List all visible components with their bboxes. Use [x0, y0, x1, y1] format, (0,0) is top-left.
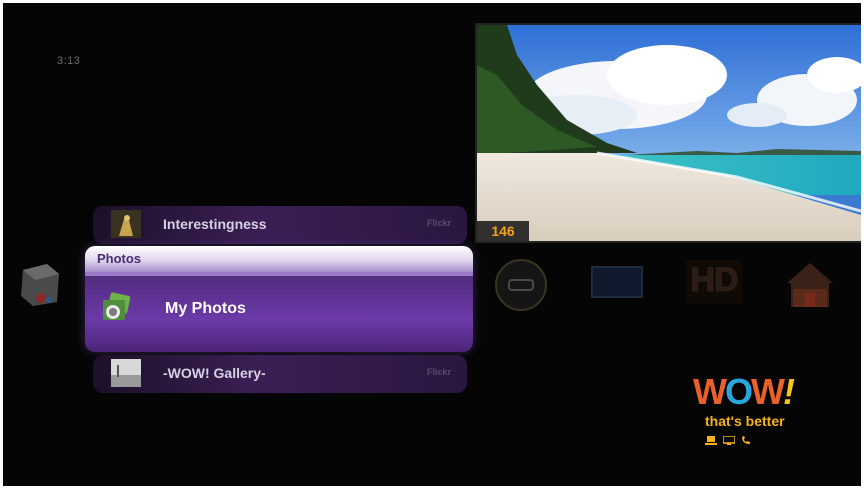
category-header: Photos [85, 246, 473, 272]
menu-item-label: Interestingness [163, 216, 267, 232]
clock: 3:13 [57, 55, 81, 67]
home-icon[interactable] [783, 259, 837, 311]
screen-icon[interactable] [590, 265, 644, 299]
menu-item-interestingness[interactable]: Interestingness Flickr [93, 206, 467, 244]
source-label: Flickr [426, 367, 451, 377]
source-label: Flickr [426, 218, 451, 228]
menu-item-label: -WOW! Gallery- [163, 365, 266, 381]
menu-item-my-photos[interactable]: Photos My Photos [85, 246, 473, 352]
device-icons [705, 432, 823, 450]
wow-logo: WOW! that's better [693, 373, 823, 450]
hd-label: HD [690, 261, 738, 299]
photos-icon [103, 292, 131, 320]
channel-number: 146 [477, 221, 529, 241]
interestingness-thumbnail-icon [111, 210, 141, 238]
menu-item-wow-gallery[interactable]: -WOW! Gallery- Flickr [93, 355, 467, 393]
header-divider [85, 272, 473, 276]
live-preview[interactable]: 146 [475, 23, 861, 243]
menu-item-label: My Photos [165, 300, 246, 317]
cube-icon[interactable] [13, 258, 65, 310]
tv-icon [722, 432, 736, 450]
laptop-icon [705, 432, 717, 450]
tv-screen: 3:13 146 Interestingness Flickr Photos M… [3, 3, 861, 486]
phone-icon [741, 432, 751, 450]
gallery-thumbnail-icon [111, 359, 141, 387]
beach-image [477, 25, 861, 241]
logo-wordmark: WOW! [693, 371, 795, 412]
logo-tagline: that's better [705, 413, 785, 429]
circle-remote-icon[interactable] [491, 258, 551, 312]
